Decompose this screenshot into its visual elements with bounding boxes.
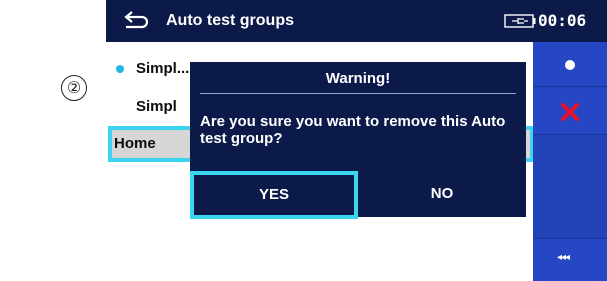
device-screen: Auto test groups 00:06 Simpl... Simpl Ho… bbox=[106, 0, 607, 281]
panel-empty-slot bbox=[533, 135, 607, 239]
bullet-dot-icon bbox=[116, 65, 124, 73]
list-item-label: Simpl... bbox=[136, 60, 190, 77]
select-dot-icon bbox=[565, 60, 575, 70]
dialog-divider bbox=[200, 93, 516, 94]
page-title: Auto test groups bbox=[166, 12, 294, 29]
step-number-marker: ② bbox=[61, 75, 87, 101]
list-item-label: Home bbox=[114, 135, 156, 152]
list-item-label: Simpl bbox=[136, 98, 177, 115]
battery-plug-icon bbox=[504, 14, 536, 28]
dialog-title: Warning! bbox=[325, 70, 391, 87]
side-panel: ◂◂◂ bbox=[533, 42, 607, 281]
dialog-message: Are you sure you want to remove this Aut… bbox=[200, 113, 506, 147]
yes-button[interactable]: YES bbox=[190, 171, 358, 219]
collapse-button[interactable]: ◂◂◂ bbox=[533, 239, 607, 281]
clock-time: 00:06 bbox=[538, 11, 587, 30]
header-bar: Auto test groups 00:06 bbox=[106, 0, 607, 42]
delete-button[interactable] bbox=[533, 87, 607, 135]
collapse-arrows-icon: ◂◂◂ bbox=[557, 252, 570, 263]
delete-x-icon bbox=[561, 103, 579, 121]
no-button[interactable]: NO bbox=[358, 171, 526, 217]
select-button[interactable] bbox=[533, 42, 607, 87]
back-arrow-icon[interactable] bbox=[120, 9, 150, 33]
